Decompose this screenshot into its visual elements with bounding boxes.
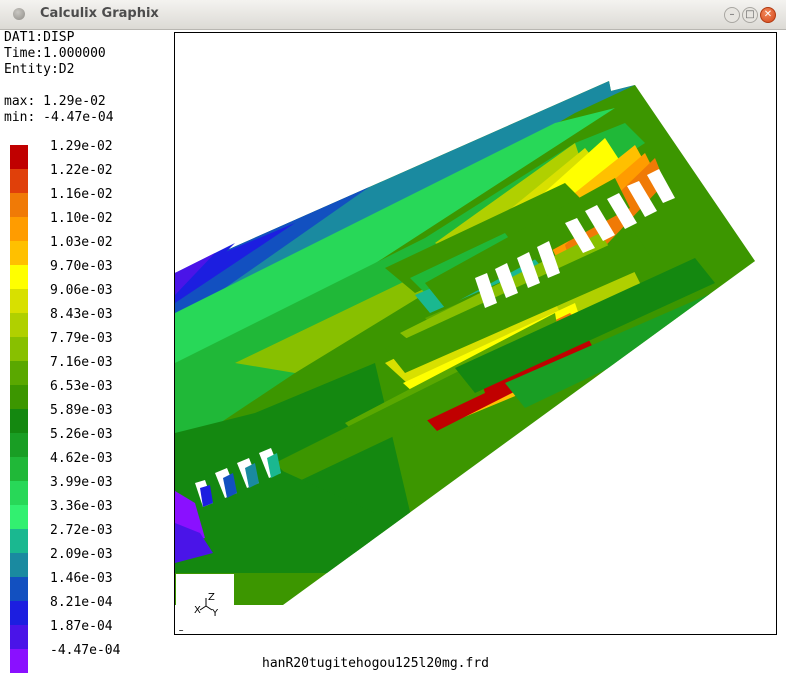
legend-swatch [10, 649, 28, 673]
legend-label: -4.47e-04 [50, 643, 121, 658]
fem-contour-plot[interactable]: s [175, 33, 776, 634]
legend-swatch [10, 193, 28, 217]
legend-swatch [10, 217, 28, 241]
window-menu-icon[interactable] [13, 8, 25, 20]
minimize-button[interactable]: – [724, 7, 740, 23]
legend-swatch [10, 361, 28, 385]
legend-label: 3.36e-03 [50, 499, 113, 514]
axis-triad: Z X Y [176, 574, 234, 630]
close-button[interactable]: ✕ [760, 7, 776, 23]
legend-label: 7.79e-03 [50, 331, 113, 346]
calculix-window: Calculix Graphix – □ ✕ DAT1:DISP Time:1.0… [0, 0, 786, 700]
legend-swatch [10, 313, 28, 337]
legend-swatch [10, 265, 28, 289]
legend-label: 2.72e-03 [50, 523, 113, 538]
legend-swatch [10, 529, 28, 553]
legend-label: 2.09e-03 [50, 547, 113, 562]
legend-swatch [10, 625, 28, 649]
legend-swatch [10, 337, 28, 361]
legend-swatch [10, 409, 28, 433]
legend-label: 8.21e-04 [50, 595, 113, 610]
legend-label: 9.70e-03 [50, 259, 113, 274]
maximize-button[interactable]: □ [742, 7, 758, 23]
max-value: max: 1.29e-02 [4, 94, 106, 109]
triad-z-label: Z [208, 592, 215, 603]
triad-y-label: Y [211, 608, 219, 619]
legend-label: 1.10e-02 [50, 211, 113, 226]
legend-label: 9.06e-03 [50, 283, 113, 298]
legend-label: 5.89e-03 [50, 403, 113, 418]
legend-label: 1.03e-02 [50, 235, 113, 250]
legend-swatch [10, 145, 28, 169]
legend-label: 1.16e-02 [50, 187, 113, 202]
legend-label: 1.29e-02 [50, 139, 113, 154]
legend-swatch [10, 577, 28, 601]
title-bar[interactable]: Calculix Graphix – □ ✕ [0, 0, 786, 30]
min-value: min: -4.47e-04 [4, 110, 114, 125]
legend-swatch [10, 481, 28, 505]
time-label: Time:1.000000 [4, 46, 106, 61]
legend-label: 3.99e-03 [50, 475, 113, 490]
legend-label: 8.43e-03 [50, 307, 113, 322]
result-filename: hanR20tugitehogou125l20mg.frd [262, 656, 489, 671]
legend-swatch [10, 241, 28, 265]
window-title: Calculix Graphix [40, 6, 159, 21]
result-info: DAT1:DISP Time:1.000000 Entity:D2 max: 1.29… [4, 30, 114, 126]
legend-label: 4.62e-03 [50, 451, 113, 466]
model-viewport[interactable]: s [174, 32, 777, 635]
entity-label: Entity:D2 [4, 62, 75, 77]
legend-swatch [10, 601, 28, 625]
legend-swatch [10, 457, 28, 481]
dataset-label: DAT1:DISP [4, 30, 75, 45]
legend-swatch [10, 505, 28, 529]
legend-swatch [10, 385, 28, 409]
legend-label: 1.87e-04 [50, 619, 113, 634]
legend-label: 5.26e-03 [50, 427, 113, 442]
legend-label: 1.46e-03 [50, 571, 113, 586]
legend-swatch [10, 433, 28, 457]
legend-label: 1.22e-02 [50, 163, 113, 178]
legend-label: 6.53e-03 [50, 379, 113, 394]
triad-x-label: X [194, 605, 201, 616]
legend-label: 7.16e-03 [50, 355, 113, 370]
legend-swatch [10, 289, 28, 313]
legend-swatch [10, 553, 28, 577]
legend-swatch [10, 169, 28, 193]
